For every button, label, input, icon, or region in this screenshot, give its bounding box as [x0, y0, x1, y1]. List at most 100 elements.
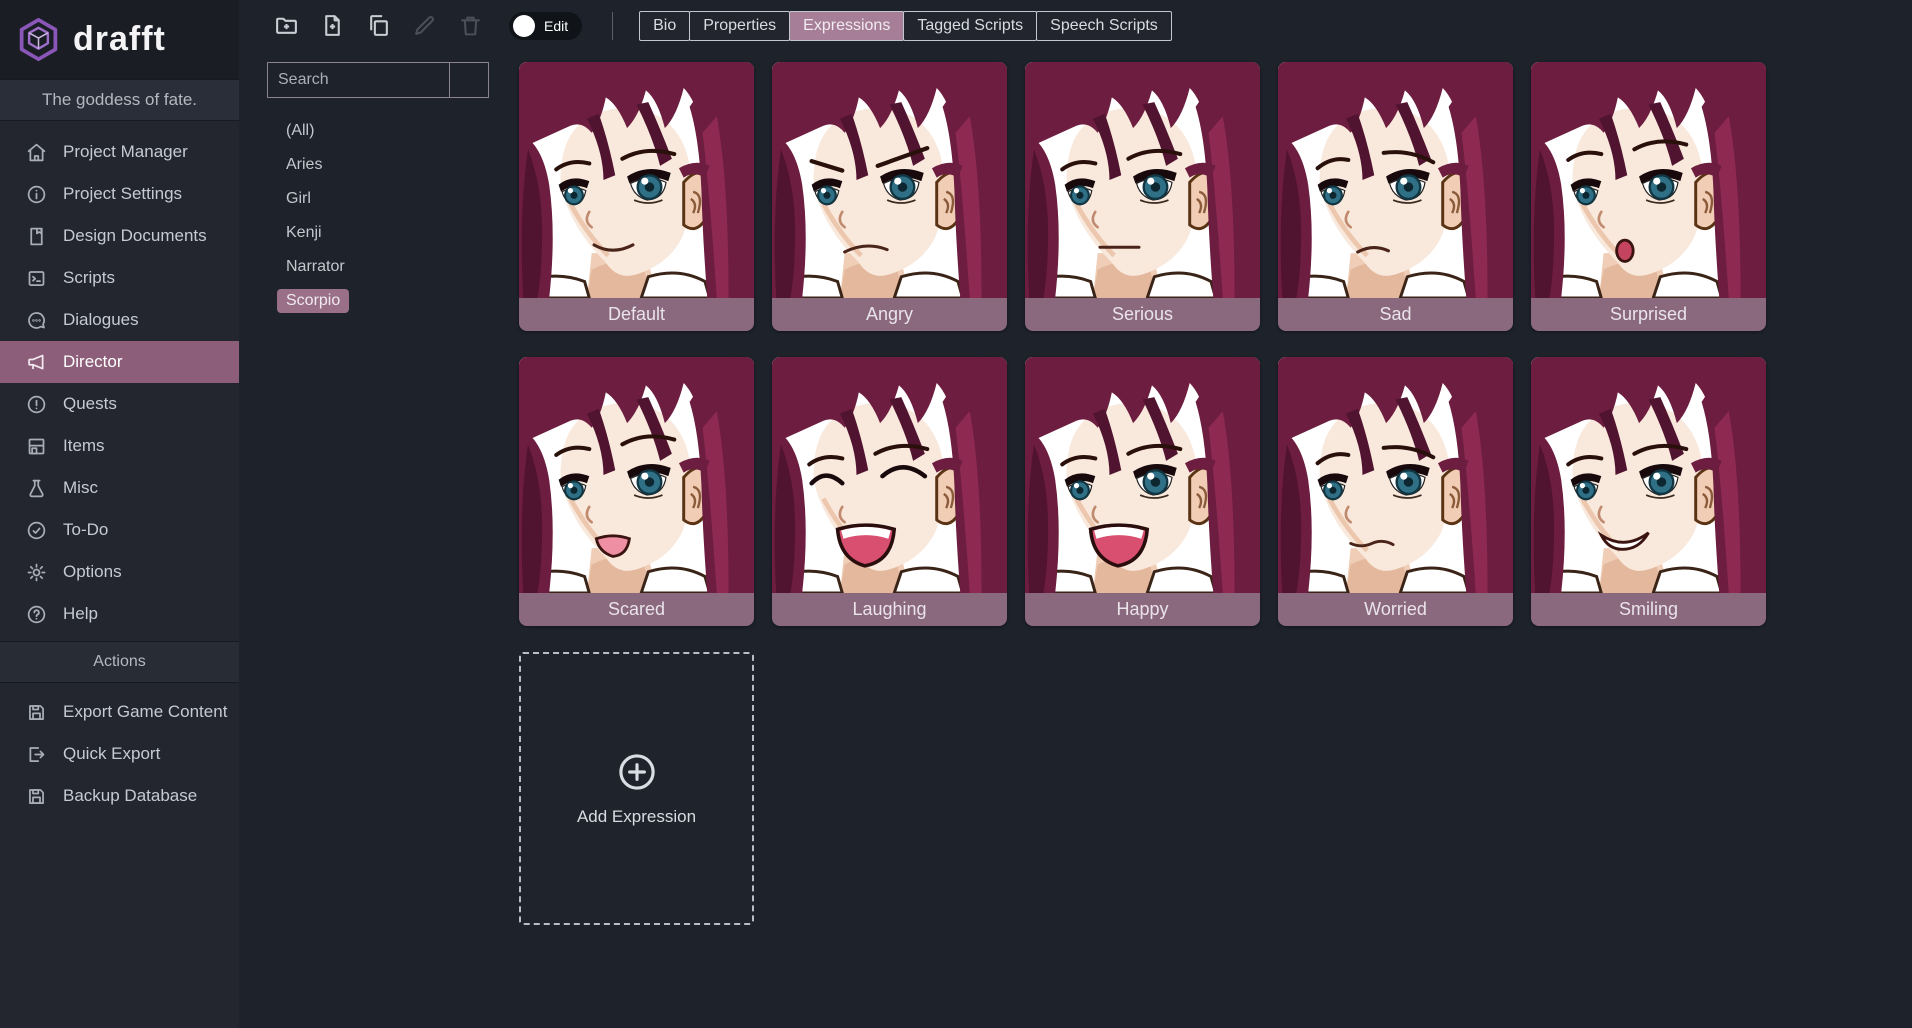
sidebar-item-label: Project Settings	[63, 184, 183, 203]
expression-label: Sad	[1278, 298, 1513, 331]
user-button[interactable]	[1268, 7, 1306, 45]
search-button[interactable]	[449, 62, 489, 98]
sidebar-item-label: Director	[63, 352, 123, 371]
sidebar-item-label: To-Do	[63, 520, 109, 539]
expression-card-surprised[interactable]: Surprised	[1531, 62, 1766, 331]
expression-portrait	[1278, 357, 1513, 593]
expression-card-happy[interactable]: Happy	[1025, 357, 1260, 626]
flask-icon	[26, 477, 48, 499]
topbar: Edit Bio Properties Expressions Tagged Scri…	[239, 0, 1912, 51]
tab-bio[interactable]: Bio	[639, 10, 691, 41]
edit-toggle-knob	[513, 14, 535, 37]
expression-label: Serious	[1025, 298, 1260, 331]
expression-label: Happy	[1025, 593, 1260, 626]
new-folder-button[interactable]	[267, 7, 305, 45]
sidebar-item-label: Quests	[63, 394, 117, 413]
expression-portrait	[519, 62, 754, 298]
duplicate-button[interactable]	[359, 7, 397, 45]
character-item-all[interactable]: (All)	[277, 114, 489, 148]
portrait-face-illustration	[772, 62, 1007, 298]
expression-card-smiling[interactable]: Smiling	[1531, 357, 1766, 626]
character-item-narrator[interactable]: Narrator	[277, 250, 489, 284]
sidebar-item-director[interactable]: Director	[0, 341, 239, 383]
add-expression-tile[interactable]: Add Expression	[519, 652, 754, 925]
print-button[interactable]	[1202, 7, 1240, 45]
drafft-logo-icon	[16, 17, 61, 62]
expression-grid: Default Angry Serious Sad Surprised Scar…	[519, 62, 1912, 1028]
character-item-aries[interactable]: Aries	[277, 148, 489, 182]
sidebar-item-help[interactable]: Help	[0, 593, 239, 635]
action-item-label: Quick Export	[63, 744, 161, 763]
expression-card-worried[interactable]: Worried	[1278, 357, 1513, 626]
sidebar-item-label: Misc	[63, 478, 98, 497]
info-icon	[26, 183, 48, 205]
sidebar-item-options[interactable]: Options	[0, 551, 239, 593]
portrait-face-illustration	[1278, 62, 1513, 298]
expression-label: Laughing	[772, 593, 1007, 626]
expression-card-sad[interactable]: Sad	[1278, 62, 1513, 331]
topbar-right-icons	[1202, 7, 1314, 45]
terminal-icon	[26, 267, 48, 289]
character-item-girl[interactable]: Girl	[277, 182, 489, 216]
expression-portrait	[1025, 62, 1260, 298]
sidebar-menu: Project Manager Project Settings Design …	[0, 121, 239, 635]
search-input[interactable]	[267, 62, 450, 98]
new-file-button[interactable]	[313, 7, 351, 45]
expression-label: Angry	[772, 298, 1007, 331]
expression-card-default[interactable]: Default	[519, 62, 754, 331]
alert-icon	[26, 393, 48, 415]
action-item-quick-export[interactable]: Quick Export	[0, 733, 239, 775]
sidebar-item-label: Dialogues	[63, 310, 139, 329]
expression-portrait	[772, 357, 1007, 593]
plus-circle-icon	[616, 751, 658, 793]
delete-button[interactable]	[451, 7, 489, 45]
expression-card-angry[interactable]: Angry	[772, 62, 1007, 331]
copy-icon	[366, 13, 391, 38]
sidebar-item-project-settings[interactable]: Project Settings	[0, 173, 239, 215]
portrait-face-illustration	[1025, 62, 1260, 298]
tab-bar: Bio Properties Expressions Tagged Scripts Sp…	[639, 10, 1172, 41]
expression-label: Smiling	[1531, 593, 1766, 626]
expression-label: Surprised	[1531, 298, 1766, 331]
tab-properties[interactable]: Properties	[689, 10, 791, 41]
character-filter-panel: (All)AriesGirlKenjiNarratorScorpio	[267, 62, 489, 1028]
sidebar-item-dialogues[interactable]: Dialogues	[0, 299, 239, 341]
character-list: (All) Aries Girl Kenji Narrator Scorpio	[267, 114, 489, 318]
action-item-backup-database[interactable]: Backup Database	[0, 775, 239, 817]
megaphone-icon	[26, 351, 48, 373]
export-icon	[26, 743, 48, 765]
sidebar-item-design-documents[interactable]: Design Documents	[0, 215, 239, 257]
portrait-face-illustration	[1278, 357, 1513, 593]
sidebar-item-scripts[interactable]: Scripts	[0, 257, 239, 299]
main-area: Edit Bio Properties Expressions Tagged Scri…	[239, 0, 1912, 1028]
character-item-kenji[interactable]: Kenji	[277, 216, 489, 250]
sidebar-item-to-do[interactable]: To-Do	[0, 509, 239, 551]
sidebar-item-label: Help	[63, 604, 98, 623]
add-expression-label: Add Expression	[576, 806, 697, 826]
tab-expressions[interactable]: Expressions	[789, 10, 905, 41]
character-item-scorpio[interactable]: Scorpio	[277, 284, 489, 318]
sidebar-item-items[interactable]: Items	[0, 425, 239, 467]
expression-card-laughing[interactable]: Laughing	[772, 357, 1007, 626]
tab-speech-scripts[interactable]: Speech Scripts	[1036, 10, 1172, 41]
pencil-icon	[412, 13, 437, 38]
app-window: drafft The goddess of fate. Project Mana…	[0, 0, 1912, 1028]
logo-row: drafft	[0, 0, 239, 79]
question-icon	[26, 603, 48, 625]
expression-card-scared[interactable]: Scared	[519, 357, 754, 626]
rename-button[interactable]	[405, 7, 443, 45]
action-item-export-game-content[interactable]: Export Game Content	[0, 691, 239, 733]
sidebar-item-quests[interactable]: Quests	[0, 383, 239, 425]
expression-card-serious[interactable]: Serious	[1025, 62, 1260, 331]
archive-icon	[26, 435, 48, 457]
save-icon	[26, 701, 48, 723]
tab-tagged-scripts[interactable]: Tagged Scripts	[903, 10, 1038, 41]
toolbar-buttons	[267, 7, 497, 45]
edit-toggle[interactable]: Edit	[509, 11, 583, 40]
sidebar-item-misc[interactable]: Misc	[0, 467, 239, 509]
sidebar-item-label: Items	[63, 436, 105, 455]
portrait-face-illustration	[1531, 62, 1766, 298]
sidebar-item-project-manager[interactable]: Project Manager	[0, 131, 239, 173]
expression-portrait	[1531, 62, 1766, 298]
sidebar-item-label: Design Documents	[63, 226, 207, 245]
